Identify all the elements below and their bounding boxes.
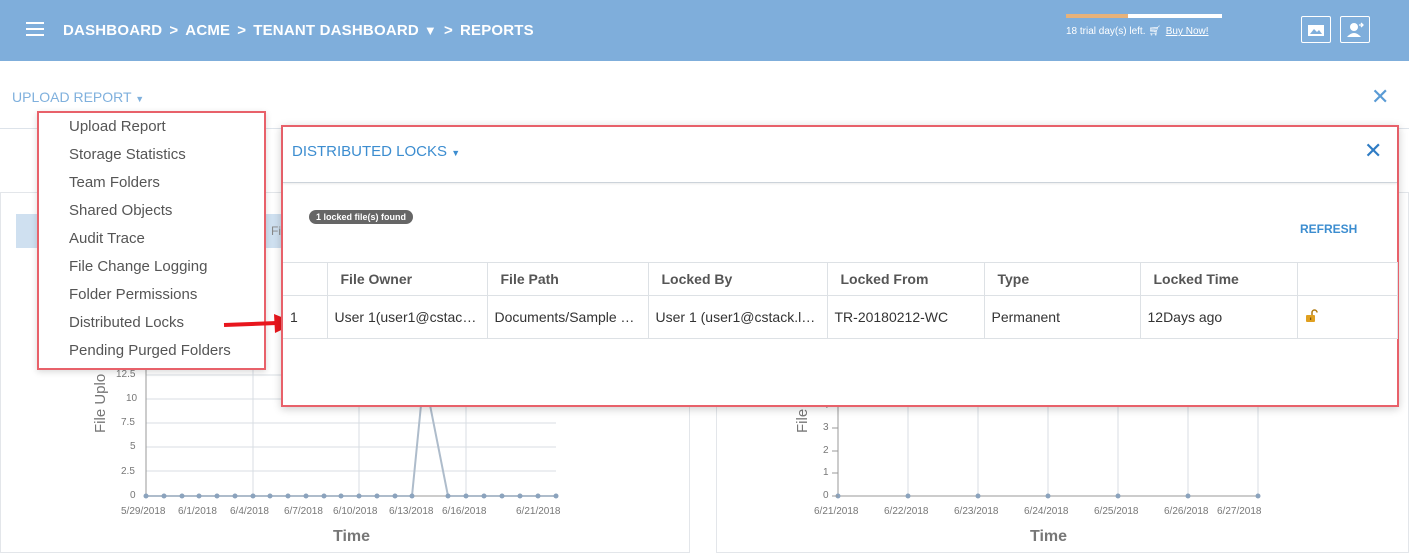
x-tick: 6/16/2018 [442,506,487,517]
type-cell: Permanent [983,295,1141,339]
refresh-button[interactable]: REFRESH [1300,222,1357,236]
row-index: 1 [283,295,328,339]
close-icon[interactable]: ✕ [1364,140,1382,162]
x-tick: 6/10/2018 [333,506,378,517]
menu-item-upload-report[interactable]: Upload Report [39,115,264,143]
table-row[interactable]: 1 User 1(user1@cstack.local) Documents/S… [283,295,1398,339]
menu-item-folder-permissions[interactable]: Folder Permissions [39,283,264,311]
menu-item-file-change-logging[interactable]: File Change Logging [39,255,264,283]
x-axis-title: Time [333,528,371,545]
locks-table: File Owner File Path Locked By Locked Fr… [283,262,1398,339]
file-path-cell: Documents/Sample Test.docx [486,295,649,339]
column-header-file-owner[interactable]: File Owner [326,262,488,296]
unlock-icon[interactable] [1305,308,1319,323]
x-tick: 6/26/2018 [1164,506,1209,517]
y-tick: 0 [823,490,829,501]
x-tick: 6/27/2018 [1217,506,1262,517]
x-tick: 6/13/2018 [389,506,434,517]
locks-report-dropdown[interactable]: DISTRIBUTED LOCKS ▼ [292,143,460,160]
x-tick: 5/29/2018 [121,506,166,517]
x-tick: 6/24/2018 [1024,506,1069,517]
menu-item-team-folders[interactable]: Team Folders [39,171,264,199]
x-axis-title: Time [1030,528,1068,545]
menu-item-storage-statistics[interactable]: Storage Statistics [39,143,264,171]
distributed-locks-panel: DISTRIBUTED LOCKS ▼ ✕ 1 locked file(s) f… [281,125,1399,407]
column-header-type[interactable]: Type [983,262,1141,296]
unlock-action-cell [1296,295,1398,339]
column-header-locked-from[interactable]: Locked From [826,262,985,296]
x-tick: 6/4/2018 [230,506,269,517]
x-tick: 6/1/2018 [178,506,217,517]
column-header-locked-time[interactable]: Locked Time [1139,262,1298,296]
locked-count-badge: 1 locked file(s) found [309,210,414,224]
x-tick: 6/25/2018 [1094,506,1139,517]
column-header-file-path[interactable]: File Path [486,262,649,296]
x-tick: 6/21/2018 [516,506,561,517]
x-tick: 6/21/2018 [814,506,859,517]
locked-from-cell: TR-20180212-WC [826,295,985,339]
x-tick: 6/23/2018 [954,506,999,517]
y-tick: 3 [823,422,829,433]
x-tick: 6/22/2018 [884,506,929,517]
column-header-locked-by[interactable]: Locked By [647,262,828,296]
y-tick: 2 [823,445,829,456]
menu-item-pending-purged-folders[interactable]: Pending Purged Folders [39,339,264,367]
locked-time-cell: 12Days ago [1139,295,1298,339]
y-tick: 1 [823,467,829,478]
locked-by-cell: User 1 (user1@cstack.local) [647,295,828,339]
y-axis-title: File [794,408,811,433]
file-owner-cell: User 1(user1@cstack.local) [326,295,488,339]
table-header-row: File Owner File Path Locked By Locked Fr… [283,262,1398,296]
column-header-actions [1296,262,1398,296]
caret-down-icon: ▼ [451,148,461,158]
column-header-index [283,262,328,296]
panel-header: DISTRIBUTED LOCKS ▼ ✕ [283,127,1397,183]
x-tick: 6/7/2018 [284,506,323,517]
menu-item-shared-objects[interactable]: Shared Objects [39,199,264,227]
panel-title: DISTRIBUTED LOCKS [292,143,448,160]
menu-item-audit-trace[interactable]: Audit Trace [39,227,264,255]
